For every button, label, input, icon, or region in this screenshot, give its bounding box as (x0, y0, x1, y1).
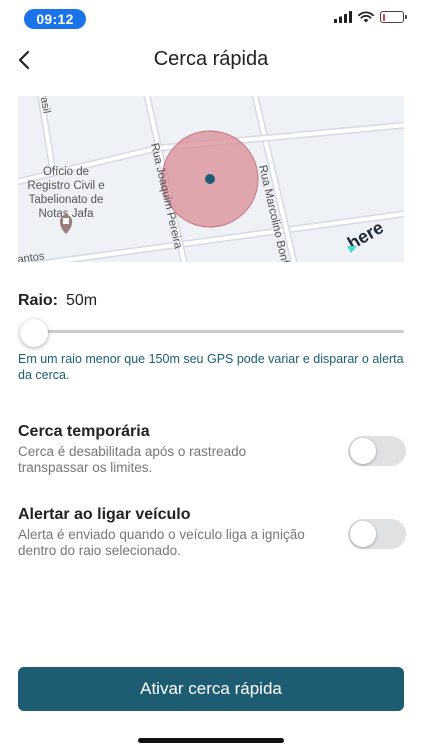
option-description: Cerca é desabilitada após o rastreado tr… (18, 444, 247, 475)
status-bar: 09:12 (0, 0, 422, 38)
radius-slider[interactable] (18, 318, 404, 347)
home-indicator (138, 738, 284, 743)
status-time: 09:12 (24, 9, 86, 29)
option-description: Alerta é enviado quando o veículo liga a… (18, 527, 305, 558)
slider-track[interactable] (28, 330, 404, 333)
radius-hint: Em um raio menor que 150m seu GPS pode v… (18, 352, 404, 382)
ignition-alert-toggle[interactable] (348, 519, 406, 549)
fence-center-marker (205, 174, 215, 184)
map-view[interactable]: Rua Joaquim Pereira Rua Marcolino Bonf r… (18, 96, 404, 262)
toggle-knob (350, 521, 376, 547)
status-icons (334, 11, 407, 23)
activate-fence-button[interactable]: Ativar cerca rápida (18, 667, 404, 711)
battery-low-icon (380, 11, 407, 23)
option-ignition-alert: Alertar ao ligar veículo Alerta é enviad… (18, 506, 408, 559)
cellular-signal-icon (334, 11, 352, 23)
option-title: Alertar ao ligar veículo (18, 506, 191, 523)
page-title: Cerca rápida (153, 48, 269, 70)
option-title: Cerca temporária (18, 423, 150, 440)
svg-text:Registro Civil e: Registro Civil e (27, 180, 104, 192)
svg-text:Tabelionato de: Tabelionato de (29, 194, 104, 206)
radius-row: Raio: 50m (18, 292, 97, 310)
radius-label: Raio: (18, 292, 58, 309)
slider-thumb[interactable] (20, 319, 48, 347)
option-temporary-fence: Cerca temporária Cerca é desabilitada ap… (18, 423, 408, 476)
temporary-fence-toggle[interactable] (348, 436, 406, 466)
svg-text:Ofício de: Ofício de (43, 166, 89, 178)
wifi-icon (358, 11, 374, 23)
header: Cerca rápida (0, 40, 422, 80)
toggle-knob (350, 438, 376, 464)
radius-value: 50m (66, 292, 98, 309)
